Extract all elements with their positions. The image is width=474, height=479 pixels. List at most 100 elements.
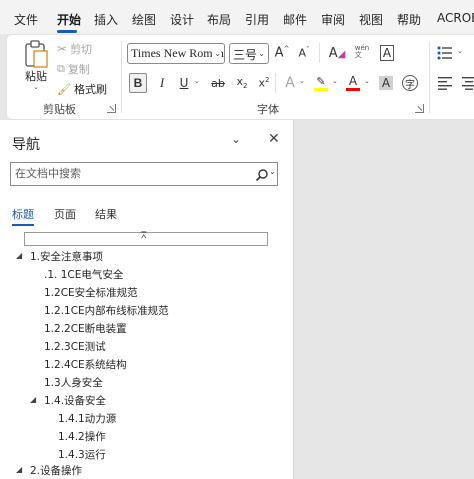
- font-launcher-icon[interactable]: [415, 104, 424, 113]
- heading-item[interactable]: .1. 1CE电气安全: [44, 267, 123, 282]
- divider: [319, 43, 320, 63]
- tab-pages[interactable]: 页面: [54, 206, 76, 222]
- subscript-button[interactable]: x2: [233, 73, 251, 93]
- collapse-up-icon: ⩞: [141, 231, 147, 241]
- align-left-button[interactable]: [435, 73, 455, 93]
- clipboard-icon: [25, 40, 48, 68]
- search-box[interactable]: ⌄: [10, 162, 278, 186]
- grow-font-button[interactable]: A^: [273, 43, 291, 63]
- phonetic-guide-icon: wén 文: [354, 44, 370, 59]
- active-tab-indicator: [57, 30, 77, 33]
- expand-triangle-icon[interactable]: ◢: [16, 465, 22, 474]
- heading-item[interactable]: 2.设备操作: [30, 463, 82, 478]
- copy-button[interactable]: ⧉ 复制: [57, 61, 90, 77]
- tab-home[interactable]: 开始: [57, 11, 81, 28]
- heading-item[interactable]: 1.2CE安全标准规范: [44, 285, 138, 300]
- text-effects-button[interactable]: A: [281, 73, 299, 93]
- ribbon: 粘贴 ⌄ ✂ 剪切 ⧉ 复制 🖌 格式刷 剪贴板 Times New Roman…: [6, 34, 474, 120]
- tab-file[interactable]: 文件: [14, 11, 38, 28]
- italic-button[interactable]: I: [153, 73, 171, 93]
- clear-formatting-button[interactable]: A◢: [327, 43, 347, 63]
- character-shading-icon: A: [378, 76, 394, 90]
- subscript-icon: x2: [236, 75, 248, 91]
- tab-mailings[interactable]: 邮件: [283, 11, 307, 28]
- highlight-button[interactable]: ✎: [312, 73, 330, 93]
- phonetic-guide-button[interactable]: wén 文: [352, 41, 372, 63]
- tab-layout[interactable]: 布局: [207, 11, 231, 28]
- nav-pane-title: 导航: [12, 137, 40, 153]
- highlighter-icon: ✎: [316, 75, 326, 88]
- heading-item[interactable]: 1.4.2操作: [58, 429, 106, 444]
- tab-acrobat[interactable]: ACROBAT: [437, 11, 474, 25]
- clear-formatting-icon: A◢: [328, 45, 346, 61]
- heading-item[interactable]: 1.4.3运行: [58, 447, 106, 462]
- strikethrough-icon: ab: [211, 76, 225, 90]
- divider: [275, 73, 276, 93]
- superscript-icon: x2: [258, 76, 270, 90]
- strikethrough-button[interactable]: ab: [207, 73, 229, 93]
- heading-item[interactable]: 1.4.设备安全: [44, 393, 106, 408]
- align-center-icon: [462, 77, 474, 90]
- document-canvas[interactable]: [295, 120, 474, 479]
- paintbrush-icon: 🖌: [57, 82, 71, 96]
- tab-references[interactable]: 引用: [245, 11, 269, 28]
- font-size-dropdown-icon[interactable]: ⌄: [258, 49, 265, 58]
- heading-item[interactable]: 1.2.1CE内部布线标准规范: [44, 303, 169, 318]
- heading-item[interactable]: 1.3人身安全: [44, 375, 103, 390]
- shrink-font-button[interactable]: Aˇ: [295, 43, 313, 63]
- superscript-button[interactable]: x2: [255, 73, 273, 93]
- heading-item[interactable]: 1.2.3CE测试: [44, 339, 106, 354]
- underline-button[interactable]: U: [175, 73, 193, 93]
- search-input[interactable]: [15, 167, 245, 180]
- bullet-list-icon: [437, 46, 452, 60]
- copy-label: 复制: [67, 63, 90, 76]
- scissors-icon: ✂: [57, 42, 68, 56]
- font-color-button[interactable]: A: [344, 73, 362, 93]
- format-painter-button[interactable]: 🖌 格式刷: [57, 81, 107, 97]
- underline-dropdown-icon[interactable]: ⌄: [194, 77, 200, 85]
- expand-triangle-icon[interactable]: ◢: [16, 251, 22, 260]
- bullets-button[interactable]: [435, 43, 455, 63]
- expand-triangle-icon[interactable]: ◢: [30, 395, 36, 404]
- nav-options-chevron-down-icon[interactable]: ⌄: [231, 132, 241, 146]
- character-shading-button[interactable]: A: [377, 73, 395, 93]
- navigation-pane: 导航 ⌄ ✕ ⌄ 标题 页面 结果 ⩞ ◢ 1.安全注意事项 .1. 1CE电气…: [0, 120, 294, 479]
- highlight-color-bar: [314, 88, 328, 91]
- font-name-box[interactable]: Times New Roman ⌄: [127, 43, 225, 64]
- enclose-characters-button[interactable]: 字: [401, 73, 419, 93]
- active-nav-tab-indicator: [12, 224, 34, 226]
- tab-view[interactable]: 视图: [359, 11, 383, 28]
- tab-insert[interactable]: 插入: [94, 11, 118, 28]
- tab-design[interactable]: 设计: [170, 11, 194, 28]
- font-size-value: 三号: [233, 48, 258, 62]
- bullets-dropdown-icon[interactable]: ⌄: [457, 47, 463, 55]
- tab-results[interactable]: 结果: [95, 206, 117, 222]
- paste-dropdown-icon[interactable]: ⌄: [33, 83, 39, 91]
- search-icon[interactable]: [255, 168, 269, 182]
- group-divider: [121, 41, 122, 113]
- heading-item[interactable]: 1.2.4CE系统结构: [44, 357, 127, 372]
- heading-item[interactable]: 1.安全注意事项: [30, 249, 103, 264]
- character-border-button[interactable]: A: [377, 43, 397, 63]
- heading-item[interactable]: 1.2.2CE断电装置: [44, 321, 127, 336]
- bold-button[interactable]: B: [129, 73, 147, 93]
- align-left-icon: [438, 77, 452, 90]
- search-dropdown-icon[interactable]: ⌄: [269, 167, 276, 176]
- tab-headings[interactable]: 标题: [12, 206, 34, 222]
- text-effects-dropdown-icon[interactable]: ⌄: [299, 77, 305, 85]
- clipboard-launcher-icon[interactable]: [107, 104, 116, 113]
- tab-draw[interactable]: 绘图: [132, 11, 156, 28]
- align-center-button[interactable]: [461, 73, 474, 93]
- font-size-box[interactable]: 三号 ⌄: [229, 43, 269, 64]
- tab-review[interactable]: 审阅: [321, 11, 345, 28]
- font-name-dropdown-icon[interactable]: ⌄: [212, 49, 221, 58]
- font-color-dropdown-icon[interactable]: ⌄: [364, 77, 370, 85]
- collapse-all-bar[interactable]: ⩞: [24, 231, 268, 246]
- cut-button[interactable]: ✂ 剪切: [57, 41, 92, 57]
- format-painter-label: 格式刷: [73, 83, 107, 96]
- tab-help[interactable]: 帮助: [397, 11, 421, 28]
- highlight-dropdown-icon[interactable]: ⌄: [332, 77, 338, 85]
- heading-item[interactable]: 1.4.1动力源: [58, 411, 116, 426]
- close-icon[interactable]: ✕: [268, 131, 280, 147]
- paste-button[interactable]: [21, 39, 51, 69]
